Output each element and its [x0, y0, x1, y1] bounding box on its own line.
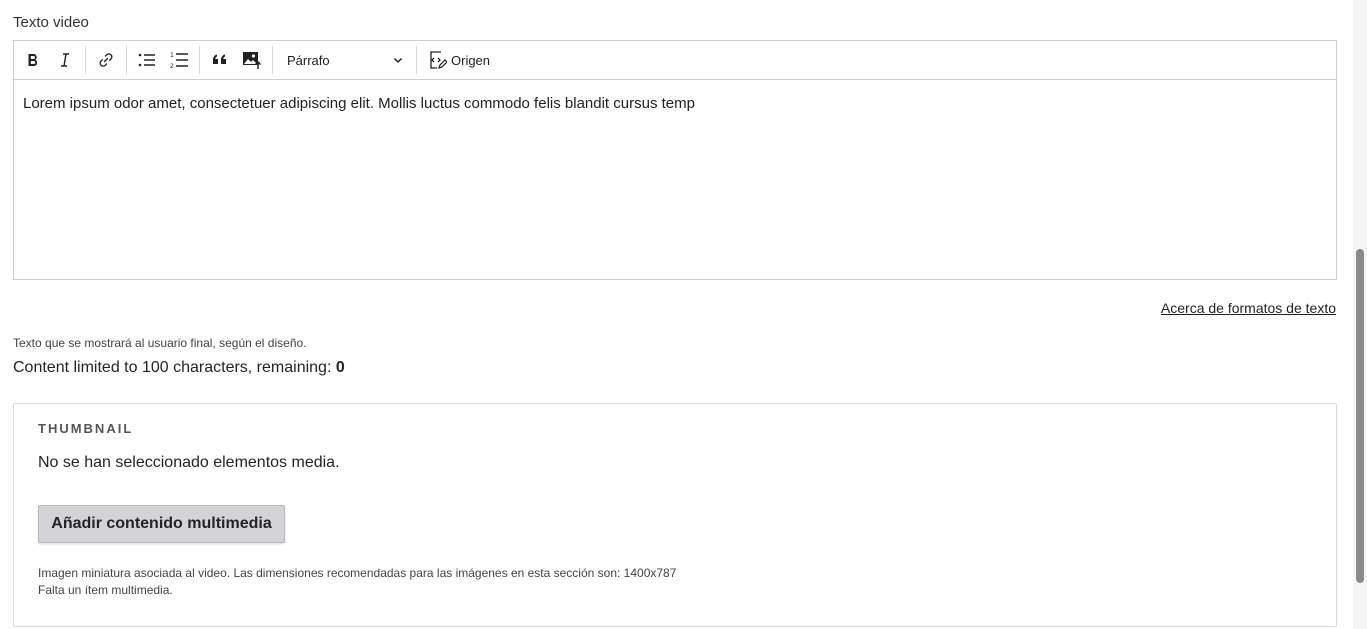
italic-icon: [61, 53, 69, 67]
toolbar-separator: [126, 46, 127, 74]
field-help-text: Texto que se mostrará al usuario final, …: [13, 336, 307, 350]
insert-image-icon: [243, 52, 262, 69]
numbered-list-icon: 1 2: [170, 52, 188, 70]
text-formats-link[interactable]: Acerca de formatos de texto: [1161, 300, 1336, 316]
toolbar-separator: [199, 46, 200, 74]
source-code-icon: [430, 51, 447, 69]
rich-text-editor: 1 2 Párrafo Origen Lorem ipsum odor amet…: [13, 40, 1337, 280]
blockquote-button[interactable]: [204, 44, 236, 76]
numbered-list-button[interactable]: 1 2: [163, 44, 195, 76]
bold-icon: [28, 54, 38, 66]
link-icon: [99, 53, 113, 67]
editor-content-area[interactable]: Lorem ipsum odor amet, consectetuer adip…: [14, 80, 1336, 279]
page: Texto video 1 2 Párrafo Origen Lorem ips…: [0, 0, 1367, 629]
insert-image-button[interactable]: [236, 44, 268, 76]
bulleted-list-icon: [138, 53, 155, 67]
source-button[interactable]: Origen: [421, 44, 496, 76]
no-media-message: No se han seleccionado elementos media.: [38, 454, 340, 471]
page-scrollbar[interactable]: [1353, 0, 1367, 629]
svg-text:2: 2: [170, 63, 174, 70]
toolbar-separator: [85, 46, 86, 74]
svg-text:1: 1: [170, 52, 174, 59]
thumbnail-fieldset: THUMBNAIL No se han seleccionado element…: [13, 403, 1337, 627]
thumbnail-legend: THUMBNAIL: [38, 421, 134, 436]
source-button-label: Origen: [451, 52, 491, 68]
bold-button[interactable]: [17, 44, 49, 76]
add-media-button[interactable]: Añadir contenido multimedia: [38, 505, 285, 543]
toolbar-separator: [416, 46, 417, 74]
heading-dropdown[interactable]: Párrafo: [277, 44, 412, 76]
italic-button[interactable]: [49, 44, 81, 76]
chevron-down-icon: [393, 57, 403, 64]
characters-remaining: 0: [335, 359, 345, 376]
heading-dropdown-value: Párrafo: [287, 52, 330, 68]
scrollbar-thumb[interactable]: [1356, 249, 1364, 583]
missing-media-text: Falta un ítem multimedia.: [38, 583, 173, 597]
character-limit-prefix: Content limited to 100 characters, remai…: [13, 359, 336, 376]
editor-toolbar: 1 2 Párrafo Origen: [14, 41, 1336, 80]
field-label: Texto video: [13, 14, 89, 31]
link-button[interactable]: [90, 44, 122, 76]
thumbnail-description: Imagen miniatura asociada al video. Las …: [38, 565, 676, 599]
bulleted-list-button[interactable]: [131, 44, 163, 76]
character-limit-text: Content limited to 100 characters, remai…: [13, 359, 345, 377]
thumbnail-dimensions-text: Imagen miniatura asociada al video. Las …: [38, 566, 677, 580]
blockquote-icon: [213, 54, 226, 64]
toolbar-separator: [272, 46, 273, 74]
